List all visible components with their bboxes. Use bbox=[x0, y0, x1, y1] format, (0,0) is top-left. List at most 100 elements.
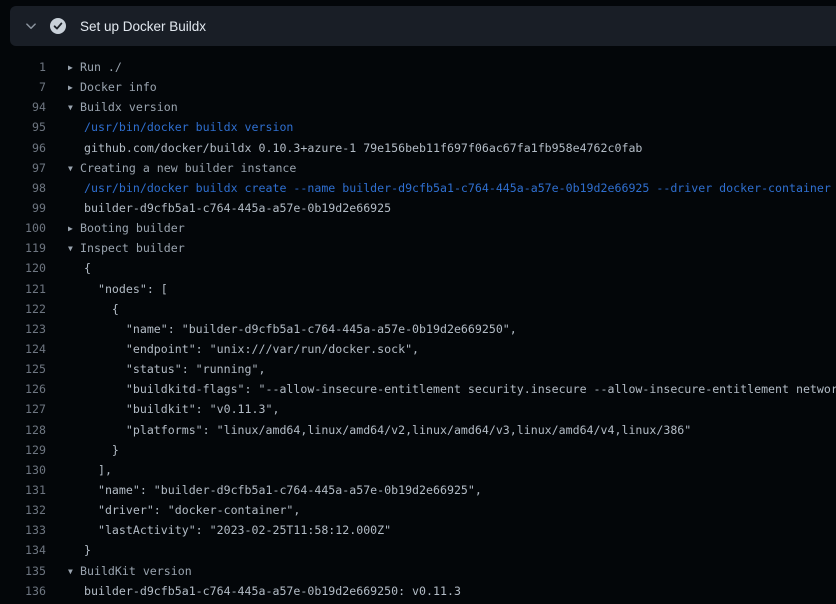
log-output-text: { bbox=[84, 258, 91, 278]
log-group-title: Booting builder bbox=[80, 221, 185, 235]
triangle-down-icon[interactable]: ▼ bbox=[68, 98, 80, 118]
log-output-text: "name": "builder-d9cfb5a1-c764-445a-a57e… bbox=[84, 480, 482, 500]
triangle-right-icon[interactable]: ▶ bbox=[68, 219, 80, 239]
log-output-text: builder-d9cfb5a1-c764-445a-a57e-0b19d2e6… bbox=[84, 581, 461, 601]
log-group-toggle[interactable]: ▶Run ./ bbox=[68, 57, 122, 78]
log-output-text: "driver": "docker-container", bbox=[84, 500, 300, 520]
log-group-toggle[interactable]: ▼Creating a new builder instance bbox=[68, 158, 296, 179]
log-group-title: Docker info bbox=[80, 80, 157, 94]
log-line: 96 github.com/docker/buildx 0.10.3+azure… bbox=[0, 138, 836, 158]
line-number[interactable]: 130 bbox=[0, 460, 46, 480]
line-number[interactable]: 96 bbox=[0, 138, 46, 158]
check-circle-icon bbox=[50, 18, 66, 34]
line-number[interactable]: 134 bbox=[0, 540, 46, 560]
triangle-right-icon[interactable]: ▶ bbox=[68, 58, 80, 78]
log-output-text: "name": "builder-d9cfb5a1-c764-445a-a57e… bbox=[84, 319, 517, 339]
log-group-toggle[interactable]: ▼Buildx version bbox=[68, 97, 178, 118]
log-output-text: "buildkitd-flags": "--allow-insecure-ent… bbox=[84, 379, 836, 399]
log-line: 130 ], bbox=[0, 460, 836, 480]
log-output-text: "lastActivity": "2023-02-25T11:58:12.000… bbox=[84, 520, 391, 540]
log-group-title: Run ./ bbox=[80, 60, 122, 74]
line-number[interactable]: 98 bbox=[0, 178, 46, 198]
line-number[interactable]: 126 bbox=[0, 379, 46, 399]
log-line: 135 ▼BuildKit version bbox=[0, 561, 836, 581]
log-line: 98 /usr/bin/docker buildx create --name … bbox=[0, 178, 836, 198]
log-group-title: Creating a new builder instance bbox=[80, 161, 296, 175]
line-number[interactable]: 136 bbox=[0, 581, 46, 601]
line-number[interactable]: 120 bbox=[0, 258, 46, 278]
log-group-title: Buildx version bbox=[80, 100, 178, 114]
line-number[interactable]: 97 bbox=[0, 158, 46, 178]
log-line: 122 { bbox=[0, 299, 836, 319]
log-line: 7 ▶Docker info bbox=[0, 77, 836, 97]
triangle-down-icon[interactable]: ▼ bbox=[68, 159, 80, 179]
log-output-text: } bbox=[84, 540, 91, 560]
line-number[interactable]: 125 bbox=[0, 359, 46, 379]
line-number[interactable]: 1 bbox=[0, 57, 46, 77]
line-number[interactable]: 131 bbox=[0, 480, 46, 500]
log-group-toggle[interactable]: ▼Inspect builder bbox=[68, 238, 185, 259]
log-output-text: github.com/docker/buildx 0.10.3+azure-1 … bbox=[84, 138, 642, 158]
line-number[interactable]: 135 bbox=[0, 561, 46, 581]
log-output-text: "endpoint": "unix:///var/run/docker.sock… bbox=[84, 339, 419, 359]
log-line: 126 "buildkitd-flags": "--allow-insecure… bbox=[0, 379, 836, 399]
line-number[interactable]: 128 bbox=[0, 420, 46, 440]
log-line: 133 "lastActivity": "2023-02-25T11:58:12… bbox=[0, 520, 836, 540]
log-group-title: Inspect builder bbox=[80, 241, 185, 255]
line-number[interactable]: 94 bbox=[0, 97, 46, 117]
log-output-text: { bbox=[84, 299, 119, 319]
log-line: 119 ▼Inspect builder bbox=[0, 238, 836, 258]
line-number[interactable]: 99 bbox=[0, 198, 46, 218]
log-output-text: "platforms": "linux/amd64,linux/amd64/v2… bbox=[84, 420, 691, 440]
log-output-text: "status": "running", bbox=[84, 359, 265, 379]
line-number[interactable]: 123 bbox=[0, 319, 46, 339]
line-number[interactable]: 132 bbox=[0, 500, 46, 520]
triangle-right-icon[interactable]: ▶ bbox=[68, 78, 80, 98]
log-command-text: /usr/bin/docker buildx create --name bui… bbox=[84, 178, 831, 198]
log-line: 131 "name": "builder-d9cfb5a1-c764-445a-… bbox=[0, 480, 836, 500]
log-line: 125 "status": "running", bbox=[0, 359, 836, 379]
log-line: 124 "endpoint": "unix:///var/run/docker.… bbox=[0, 339, 836, 359]
log-line: 132 "driver": "docker-container", bbox=[0, 500, 836, 520]
log-viewer: 1 ▶Run ./ 7 ▶Docker info 94 ▼Buildx vers… bbox=[0, 46, 836, 604]
log-output-text: builder-d9cfb5a1-c764-445a-a57e-0b19d2e6… bbox=[84, 198, 391, 218]
log-group-title: BuildKit version bbox=[80, 564, 192, 578]
log-output-text: "buildkit": "v0.11.3", bbox=[84, 399, 279, 419]
line-number[interactable]: 95 bbox=[0, 117, 46, 137]
line-number[interactable]: 133 bbox=[0, 520, 46, 540]
log-line: 129 } bbox=[0, 440, 836, 460]
line-number[interactable]: 119 bbox=[0, 238, 46, 258]
triangle-down-icon[interactable]: ▼ bbox=[68, 562, 80, 582]
step-header[interactable]: Set up Docker Buildx bbox=[10, 6, 836, 46]
log-group-toggle[interactable]: ▶Docker info bbox=[68, 77, 157, 98]
log-line: 120 { bbox=[0, 258, 836, 278]
line-number[interactable]: 7 bbox=[0, 77, 46, 97]
log-line: 100 ▶Booting builder bbox=[0, 218, 836, 238]
log-command-text: /usr/bin/docker buildx version bbox=[84, 117, 293, 137]
line-number[interactable]: 127 bbox=[0, 399, 46, 419]
log-output-text: } bbox=[84, 440, 119, 460]
log-line: 127 "buildkit": "v0.11.3", bbox=[0, 399, 836, 419]
log-line: 1 ▶Run ./ bbox=[0, 57, 836, 77]
triangle-down-icon[interactable]: ▼ bbox=[68, 239, 80, 259]
log-line: 95 /usr/bin/docker buildx version bbox=[0, 117, 836, 137]
log-line: 94 ▼Buildx version bbox=[0, 97, 836, 117]
log-line: 97 ▼Creating a new builder instance bbox=[0, 158, 836, 178]
log-output-text: "nodes": [ bbox=[84, 279, 168, 299]
log-line: 136 builder-d9cfb5a1-c764-445a-a57e-0b19… bbox=[0, 581, 836, 601]
log-line: 99 builder-d9cfb5a1-c764-445a-a57e-0b19d… bbox=[0, 198, 836, 218]
line-number[interactable]: 100 bbox=[0, 218, 46, 238]
log-group-toggle[interactable]: ▼BuildKit version bbox=[68, 561, 192, 582]
step-title: Set up Docker Buildx bbox=[80, 19, 206, 34]
log-group-toggle[interactable]: ▶Booting builder bbox=[68, 218, 185, 239]
log-line: 121 "nodes": [ bbox=[0, 279, 836, 299]
line-number[interactable]: 124 bbox=[0, 339, 46, 359]
line-number[interactable]: 122 bbox=[0, 299, 46, 319]
log-output-text: ], bbox=[84, 460, 112, 480]
line-number[interactable]: 129 bbox=[0, 440, 46, 460]
chevron-down-icon[interactable] bbox=[22, 17, 40, 35]
log-line: 134 } bbox=[0, 540, 836, 560]
log-line: 128 "platforms": "linux/amd64,linux/amd6… bbox=[0, 420, 836, 440]
log-line: 123 "name": "builder-d9cfb5a1-c764-445a-… bbox=[0, 319, 836, 339]
line-number[interactable]: 121 bbox=[0, 279, 46, 299]
